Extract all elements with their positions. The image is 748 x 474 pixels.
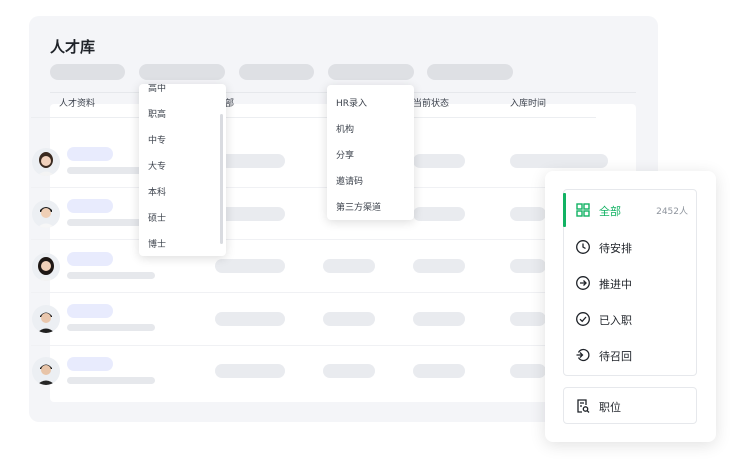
- avatar: [32, 253, 60, 281]
- dropdown-option[interactable]: 机构: [336, 122, 354, 135]
- status-label: 推进中: [599, 278, 632, 291]
- name-placeholder: [67, 199, 113, 213]
- cell-placeholder: [413, 207, 465, 221]
- filter-education[interactable]: [50, 64, 125, 80]
- status-item-pending[interactable]: 待安排: [564, 230, 696, 264]
- avatar: [32, 357, 60, 385]
- cell-placeholder: [215, 312, 285, 326]
- education-dropdown: 高中 职高 中专 大专 本科 硕士 博士: [139, 84, 226, 256]
- col-header-created: 入库时间: [510, 99, 547, 109]
- filter-department[interactable]: [139, 64, 225, 80]
- document-search-icon: [575, 398, 591, 414]
- name-placeholder: [67, 357, 113, 371]
- name-placeholder: [67, 252, 113, 266]
- filter-source[interactable]: [328, 64, 414, 80]
- arrow-right-circle-icon: [575, 275, 591, 291]
- dropdown-option[interactable]: 高中: [148, 84, 166, 94]
- cell-placeholder: [323, 364, 375, 378]
- cell-placeholder: [510, 207, 546, 221]
- filter-status[interactable]: [427, 64, 513, 80]
- cell-placeholder: [510, 312, 546, 326]
- avatar: [32, 305, 60, 333]
- page-title: 人才库: [50, 38, 96, 56]
- dropdown-option[interactable]: 分享: [336, 148, 354, 161]
- header-divider: [31, 117, 596, 118]
- undo-icon: [575, 347, 591, 363]
- source-dropdown: HR录入 机构 分享 邀请码 第三方渠道: [327, 85, 414, 220]
- grid-icon: [575, 202, 591, 218]
- status-filter-card: 全部 2452人 待安排 推进中 已入职 待召回 职位: [545, 171, 716, 442]
- name-placeholder: [67, 147, 113, 161]
- row-divider: [31, 345, 596, 346]
- dropdown-option[interactable]: 邀请码: [336, 174, 363, 187]
- cell-placeholder: [413, 154, 465, 168]
- dropdown-option[interactable]: 硕士: [148, 211, 166, 224]
- row-divider: [31, 292, 596, 293]
- cell-placeholder: [323, 312, 375, 326]
- status-item-hired[interactable]: 已入职: [564, 302, 696, 336]
- name-placeholder: [67, 304, 113, 318]
- active-indicator: [563, 193, 566, 227]
- status-item-all[interactable]: 全部 2452人: [563, 193, 696, 227]
- col-header-department: 部: [225, 99, 235, 109]
- clock-icon: [575, 239, 591, 255]
- status-list: 全部 2452人 待安排 推进中 已入职 待召回: [563, 189, 697, 376]
- dropdown-option[interactable]: 第三方渠道: [336, 200, 381, 213]
- status-count: 2452人: [656, 207, 688, 217]
- check-circle-icon: [575, 311, 591, 327]
- status-item-recall[interactable]: 待召回: [564, 338, 696, 372]
- cell-placeholder: [215, 364, 285, 378]
- row-divider: [31, 187, 596, 188]
- dropdown-option[interactable]: 中专: [148, 133, 166, 146]
- position-label: 职位: [599, 401, 621, 414]
- status-label: 全部: [599, 205, 621, 218]
- dropdown-option[interactable]: 本科: [148, 185, 166, 198]
- dropdown-option[interactable]: HR录入: [336, 96, 367, 109]
- cell-placeholder: [510, 259, 546, 273]
- cell-placeholder: [323, 259, 375, 273]
- dropdown-scrollbar[interactable]: [220, 114, 223, 244]
- col-header-status: 当前状态: [413, 99, 450, 109]
- cell-placeholder: [413, 364, 465, 378]
- row-divider: [31, 239, 596, 240]
- col-header-profile: 人才资料: [59, 99, 96, 109]
- cell-placeholder: [413, 312, 465, 326]
- detail-placeholder: [67, 272, 155, 279]
- dropdown-option[interactable]: 博士: [148, 237, 166, 250]
- cell-placeholder: [215, 259, 285, 273]
- dropdown-option[interactable]: 职高: [148, 107, 166, 120]
- status-item-in-progress[interactable]: 推进中: [564, 266, 696, 300]
- cell-placeholder: [413, 259, 465, 273]
- position-filter-button[interactable]: 职位: [563, 387, 697, 424]
- status-label: 待安排: [599, 242, 632, 255]
- avatar: [32, 148, 60, 176]
- detail-placeholder: [67, 377, 155, 384]
- avatar: [32, 200, 60, 228]
- cell-placeholder: [510, 364, 546, 378]
- dropdown-option[interactable]: 大专: [148, 159, 166, 172]
- status-label: 待召回: [599, 350, 632, 363]
- filter-position[interactable]: [239, 64, 314, 80]
- status-label: 已入职: [599, 314, 632, 327]
- cell-placeholder: [510, 154, 608, 168]
- detail-placeholder: [67, 324, 155, 331]
